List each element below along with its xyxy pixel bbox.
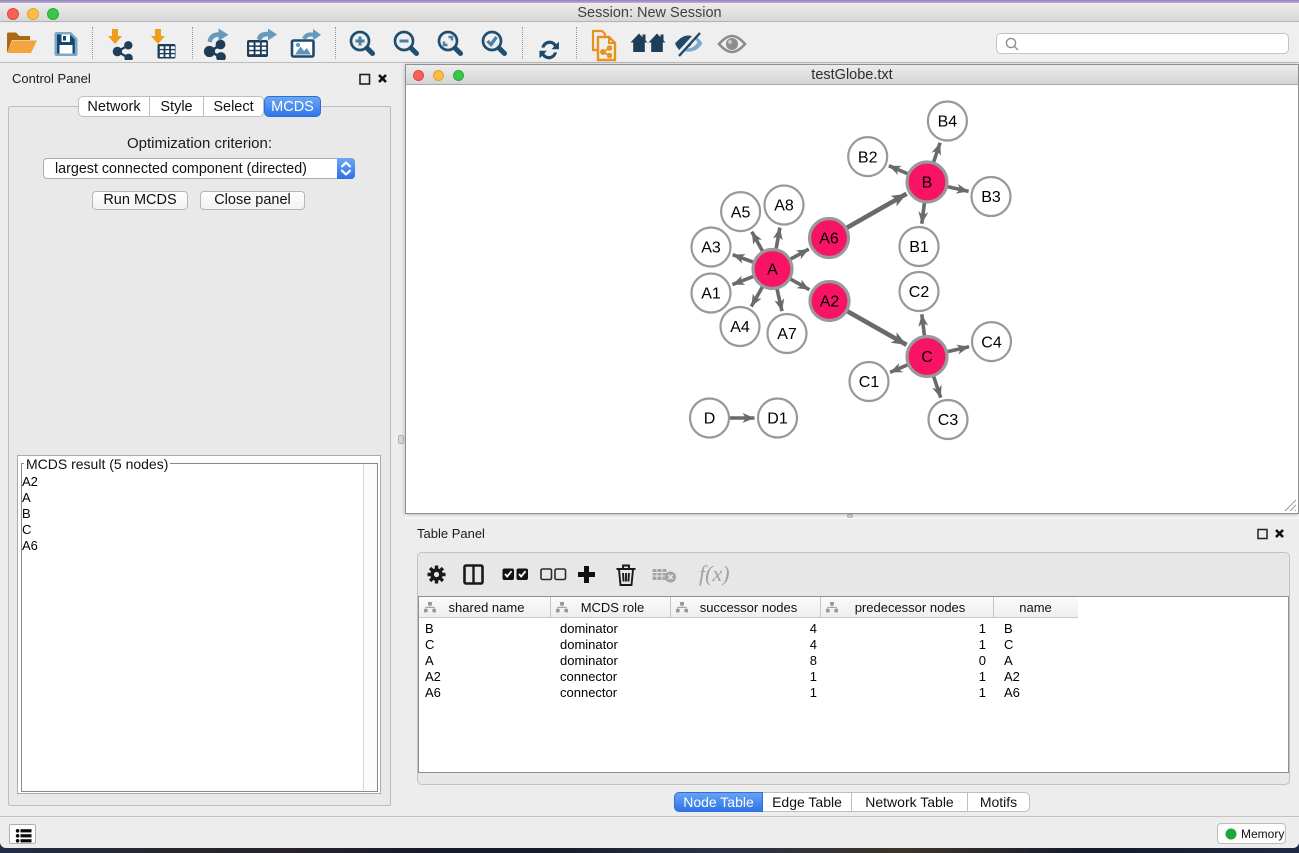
svg-text:B2: B2 xyxy=(858,149,878,166)
svg-text:A5: A5 xyxy=(731,204,751,221)
svg-text:B4: B4 xyxy=(938,114,958,131)
svg-text:A: A xyxy=(767,262,778,279)
svg-text:D: D xyxy=(704,411,716,428)
svg-text:C3: C3 xyxy=(938,412,959,429)
svg-text:D1: D1 xyxy=(767,411,788,428)
svg-text:A4: A4 xyxy=(730,319,750,336)
svg-text:A7: A7 xyxy=(777,326,797,343)
svg-text:A3: A3 xyxy=(701,240,721,257)
svg-text:A2: A2 xyxy=(820,294,840,311)
svg-text:B1: B1 xyxy=(909,239,929,256)
svg-text:C2: C2 xyxy=(909,284,930,301)
svg-text:C1: C1 xyxy=(859,374,880,391)
svg-text:A8: A8 xyxy=(774,198,794,215)
svg-text:C: C xyxy=(921,349,933,366)
svg-text:B: B xyxy=(922,175,933,192)
svg-text:A6: A6 xyxy=(819,231,839,248)
svg-text:C4: C4 xyxy=(981,334,1002,351)
svg-text:A1: A1 xyxy=(701,286,721,303)
svg-text:B3: B3 xyxy=(981,189,1001,206)
